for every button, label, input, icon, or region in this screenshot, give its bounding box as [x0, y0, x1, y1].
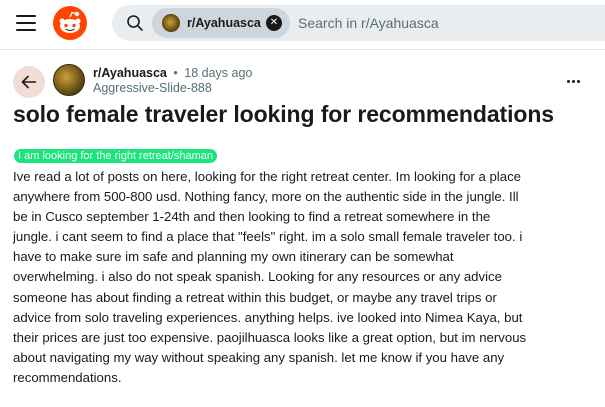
- body-line: be in Cusco september 1-24th and then lo…: [13, 209, 491, 225]
- subreddit-avatar: [162, 14, 180, 32]
- meta-separator: •: [173, 66, 178, 80]
- post-timestamp: 18 days ago: [184, 66, 253, 80]
- back-arrow-icon: [21, 75, 37, 89]
- body-line: jungle. i cant seem to find a place that…: [13, 229, 523, 245]
- menu-icon[interactable]: [16, 15, 36, 31]
- post-flair[interactable]: I am looking for the right retreat/shama…: [14, 149, 218, 163]
- top-bar: r/Ayahuasca ✕ Search in r/Ayahuasca: [0, 0, 605, 50]
- author-link[interactable]: Aggressive-Slide-888: [93, 81, 212, 95]
- post-meta: r/Ayahuasca • 18 days ago: [93, 66, 252, 80]
- avatar[interactable]: [53, 64, 85, 96]
- body-line: advice from solo traveling experiences. …: [13, 309, 523, 325]
- search-input[interactable]: Search in r/Ayahuasca: [298, 15, 439, 31]
- body-line: Ive read a lot of posts on here, looking…: [13, 169, 522, 184]
- body-line: anywhere from 500-800 usd. Nothing fancy…: [13, 189, 519, 205]
- more-options-icon[interactable]: [560, 70, 586, 90]
- chip-label: r/Ayahuasca: [187, 16, 261, 30]
- post-title: solo female traveler looking for recomme…: [13, 101, 554, 127]
- search-bar[interactable]: r/Ayahuasca ✕ Search in r/Ayahuasca: [112, 5, 605, 41]
- body-line: overwhelming. i also do not speak spanis…: [13, 269, 502, 285]
- subreddit-link[interactable]: r/Ayahuasca: [93, 66, 167, 80]
- body-line: someone has about finding a retreat with…: [13, 289, 497, 305]
- post-body: Ive read a lot of posts on here, looking…: [13, 167, 593, 388]
- search-icon: [127, 15, 143, 31]
- body-line: have to make sure im safe and planning m…: [13, 249, 454, 265]
- body-line: recommendations.: [13, 369, 122, 385]
- subreddit-search-chip[interactable]: r/Ayahuasca ✕: [152, 8, 290, 38]
- clear-icon[interactable]: ✕: [266, 15, 282, 31]
- body-line: about navigating my way without speaking…: [13, 349, 505, 365]
- back-button[interactable]: [13, 66, 45, 98]
- body-line: their prices are just too expensive. pao…: [13, 329, 527, 345]
- reddit-logo-icon[interactable]: [53, 6, 87, 40]
